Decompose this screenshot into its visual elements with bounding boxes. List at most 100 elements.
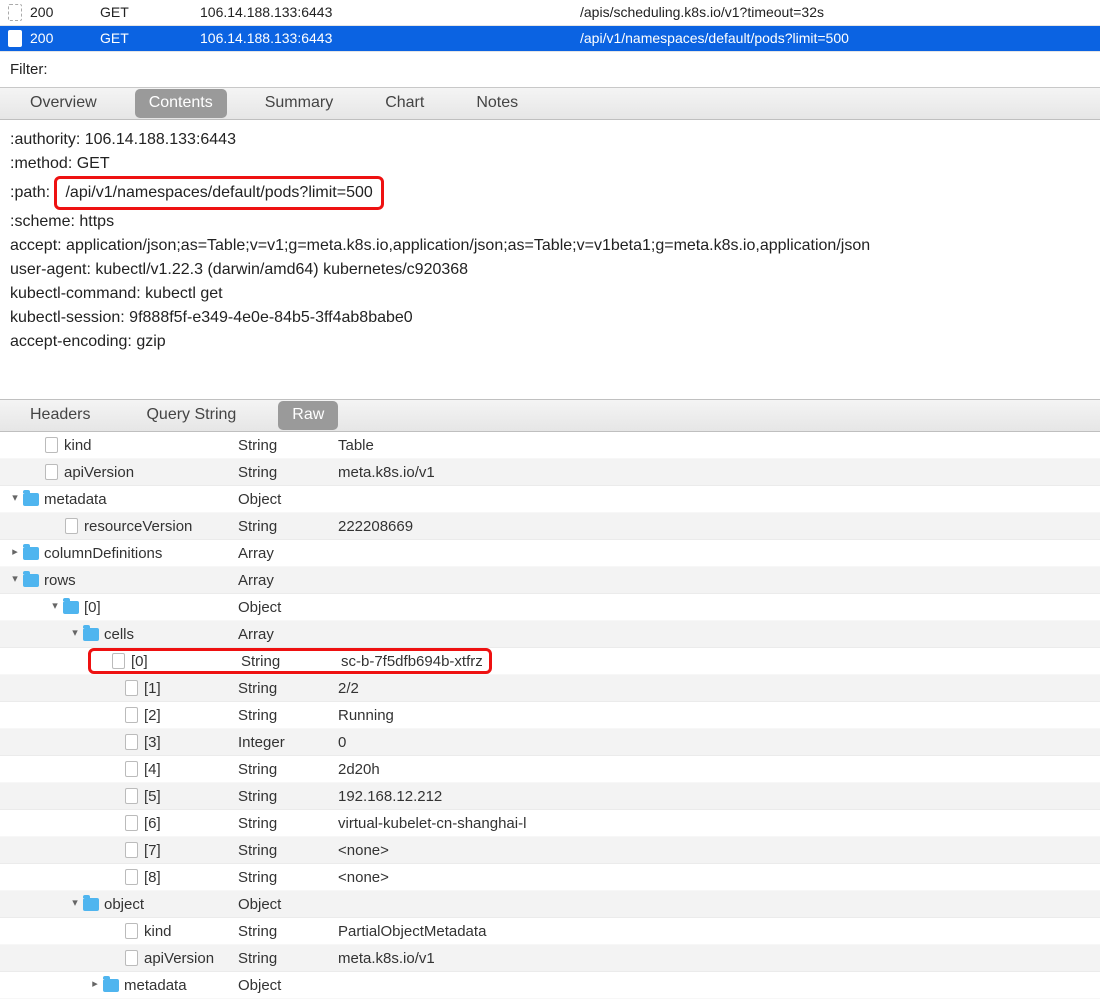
tree-row[interactable]: kindStringPartialObjectMetadata	[0, 918, 1100, 945]
hdr-key: accept-encoding:	[10, 333, 132, 350]
tree-node-name: [2]	[144, 705, 161, 726]
tree-row[interactable]: [5]String192.168.12.212	[0, 783, 1100, 810]
tree-node-name: object	[104, 894, 144, 915]
tree-row[interactable]: [1]String2/2	[0, 675, 1100, 702]
tree-node-value: PartialObjectMetadata	[338, 921, 1100, 942]
tab-chart[interactable]: Chart	[371, 89, 438, 117]
response-tree: kindStringTableapiVersionStringmeta.k8s.…	[0, 432, 1100, 999]
tree-node-type: Array	[238, 570, 338, 591]
tree-node-value: meta.k8s.io/v1	[338, 462, 1100, 483]
tree-row[interactable]: ▾objectObject	[0, 891, 1100, 918]
tree-row[interactable]: [3]Integer0	[0, 729, 1100, 756]
tree-node-type: String	[238, 462, 338, 483]
tree-node-type: String	[241, 651, 341, 672]
tree-node-type: String	[238, 813, 338, 834]
tree-node-type: String	[238, 921, 338, 942]
tree-row[interactable]: apiVersionStringmeta.k8s.io/v1	[0, 945, 1100, 972]
hdr-key: kubectl-command:	[10, 285, 141, 302]
path: /apis/scheduling.k8s.io/v1?timeout=32s	[580, 3, 1100, 23]
tree-row[interactable]: [2]StringRunning	[0, 702, 1100, 729]
tree-node-name: metadata	[124, 975, 187, 996]
file-icon	[122, 760, 140, 778]
tree-row[interactable]: [7]String<none>	[0, 837, 1100, 864]
request-headers-block: :authority: 106.14.188.133:6443 :method:…	[0, 120, 1100, 400]
hdr-val: 9f888f5f-e349-4e0e-84b5-3ff4ab8babe0	[129, 309, 413, 326]
subtab-headers[interactable]: Headers	[16, 401, 104, 429]
chevron-icon[interactable]: ▾	[68, 896, 82, 911]
highlighted-path: /api/v1/namespaces/default/pods?limit=50…	[54, 176, 383, 210]
tree-node-type: String	[238, 786, 338, 807]
tree-row[interactable]: ▾ cells Array	[0, 621, 1100, 648]
chevron-icon[interactable]: ▾	[48, 599, 62, 614]
tree-row[interactable]: ▸columnDefinitionsArray	[0, 540, 1100, 567]
folder-icon	[82, 625, 100, 643]
tree-node-value: meta.k8s.io/v1	[338, 948, 1100, 969]
tree-row[interactable]: ▾ rows Array	[0, 567, 1100, 594]
file-icon	[109, 652, 127, 670]
tree-node-value: 2d20h	[338, 759, 1100, 780]
tree-node-value: 0	[338, 732, 1100, 753]
chevron-icon[interactable]: ▾	[8, 572, 22, 587]
hdr-val: https	[79, 213, 114, 230]
chevron-icon[interactable]: ▸	[88, 977, 102, 992]
http-method: GET	[100, 3, 200, 23]
tree-node-value: <none>	[338, 867, 1100, 888]
tree-node-type: String	[238, 435, 338, 456]
tree-node-name: [0]	[131, 651, 148, 672]
chevron-icon[interactable]: ▾	[68, 626, 82, 641]
file-icon	[42, 436, 60, 454]
hdr-val: kubectl/v1.22.3 (darwin/amd64) kubernete…	[95, 261, 468, 278]
file-icon	[122, 922, 140, 940]
tree-node-type: Object	[238, 489, 338, 510]
tree-row[interactable]: resourceVersionString222208669	[0, 513, 1100, 540]
tree-node-type: String	[238, 759, 338, 780]
file-icon	[122, 733, 140, 751]
hdr-val: gzip	[136, 333, 165, 350]
chevron-icon[interactable]: ▸	[8, 545, 22, 560]
folder-icon	[62, 598, 80, 616]
tab-contents[interactable]: Contents	[135, 89, 227, 117]
tree-node-name: resourceVersion	[84, 516, 192, 537]
tree-row[interactable]: [4]String2d20h	[0, 756, 1100, 783]
tree-node-type: Integer	[238, 732, 338, 753]
request-row-selected[interactable]: 200 GET 106.14.188.133:6443 /api/v1/name…	[0, 26, 1100, 52]
hdr-key: :authority:	[10, 131, 80, 148]
tree-row[interactable]: ▾[0]Object	[0, 594, 1100, 621]
highlighted-cell: [0]Stringsc-b-7f5dfb694b-xtfrz	[88, 648, 492, 674]
subtab-query[interactable]: Query String	[132, 401, 250, 429]
tree-row[interactable]: [8]String<none>	[0, 864, 1100, 891]
tab-overview[interactable]: Overview	[16, 89, 111, 117]
tree-node-type: Object	[238, 597, 338, 618]
tree-row[interactable]: kindStringTable	[0, 432, 1100, 459]
request-row[interactable]: 200 GET 106.14.188.133:6443 /apis/schedu…	[0, 0, 1100, 26]
subtab-raw[interactable]: Raw	[278, 401, 338, 429]
filter-input[interactable]	[56, 59, 1091, 81]
filter-bar: Filter:	[0, 52, 1100, 88]
tree-row[interactable]: [0]Stringsc-b-7f5dfb694b-xtfrz	[0, 648, 1100, 675]
tree-row[interactable]: ▾metadataObject	[0, 486, 1100, 513]
tree-node-type: Array	[238, 624, 338, 645]
tree-node-type: String	[238, 516, 338, 537]
tab-notes[interactable]: Notes	[462, 89, 532, 117]
tree-row[interactable]: ▸metadataObject	[0, 972, 1100, 999]
hdr-key: :scheme:	[10, 213, 75, 230]
tree-node-value: 192.168.12.212	[338, 786, 1100, 807]
file-icon	[62, 517, 80, 535]
tree-node-name: cells	[104, 624, 134, 645]
hdr-val: kubectl get	[145, 285, 222, 302]
host: 106.14.188.133:6443	[200, 29, 580, 49]
tree-row[interactable]: [6]Stringvirtual-kubelet-cn-shanghai-l	[0, 810, 1100, 837]
tree-node-type: String	[238, 678, 338, 699]
tree-node-name: rows	[44, 570, 76, 591]
file-icon	[122, 868, 140, 886]
http-method: GET	[100, 29, 200, 49]
tree-node-name: [6]	[144, 813, 161, 834]
tree-node-name: columnDefinitions	[44, 543, 162, 564]
chevron-icon[interactable]: ▾	[8, 491, 22, 506]
folder-icon	[102, 976, 120, 994]
folder-icon	[22, 544, 40, 562]
file-icon	[122, 679, 140, 697]
tree-node-name: kind	[64, 435, 92, 456]
tree-row[interactable]: apiVersionStringmeta.k8s.io/v1	[0, 459, 1100, 486]
tab-summary[interactable]: Summary	[251, 89, 347, 117]
